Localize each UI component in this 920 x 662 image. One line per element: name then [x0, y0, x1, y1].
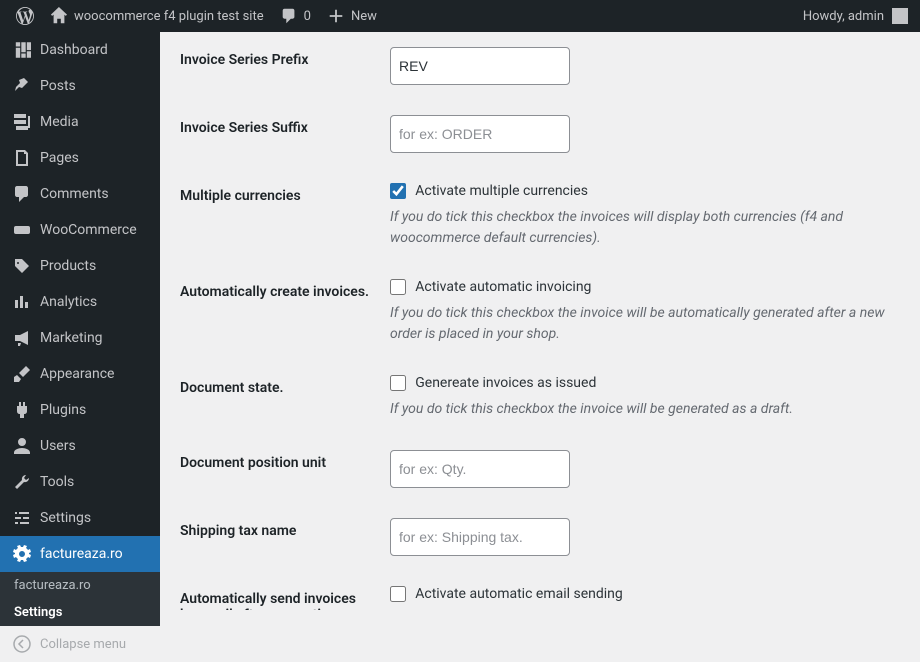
sidebar-item-label: WooCommerce	[40, 222, 137, 238]
sidebar-item-label: Marketing	[40, 330, 103, 346]
sidebar-item-label: Settings	[40, 510, 91, 526]
plug-icon	[12, 400, 32, 420]
label-suffix: Invoice Series Suffix	[180, 100, 380, 168]
input-shiptax[interactable]	[390, 518, 570, 556]
checkbox-multicurrency[interactable]	[390, 183, 406, 199]
home-icon	[50, 7, 68, 25]
collapse-label: Collapse menu	[40, 637, 126, 652]
gear-icon	[12, 544, 32, 564]
user-icon	[12, 436, 32, 456]
label-autoinvoice: Automatically create invoices.	[180, 264, 380, 360]
sidebar-item-comments[interactable]: Comments	[0, 176, 160, 212]
checkbox-autoinvoice[interactable]	[390, 279, 406, 295]
sidebar-item-users[interactable]: Users	[0, 428, 160, 464]
sidebar-item-label: Comments	[40, 186, 109, 202]
analytics-icon	[12, 292, 32, 312]
input-prefix[interactable]	[390, 47, 570, 85]
main-content: Invoice Series Prefix Invoice Series Suf…	[160, 32, 920, 610]
admin-sidebar: Dashboard Posts Media Pages Comments Woo…	[0, 32, 160, 610]
media-icon	[12, 112, 32, 132]
desc-docstate: If you do tick this checkbox the invoice…	[390, 399, 890, 420]
products-icon	[12, 256, 32, 276]
sidebar-item-products[interactable]: Products	[0, 248, 160, 284]
label-multicurrency: Multiple currencies	[180, 168, 380, 264]
new-item[interactable]: New	[319, 0, 385, 32]
submenu-item-settings[interactable]: Settings	[0, 599, 160, 626]
checkbox-autoemail[interactable]	[390, 586, 406, 602]
howdy-text[interactable]: Howdy, admin	[803, 9, 884, 24]
comments-count: 0	[304, 9, 311, 24]
admin-bar: woocommerce f4 plugin test site 0 New Ho…	[0, 0, 920, 32]
cb-label-autoemail: Activate automatic email sending	[415, 586, 623, 602]
collapse-icon	[12, 634, 32, 654]
sidebar-item-plugins[interactable]: Plugins	[0, 392, 160, 428]
brush-icon	[12, 364, 32, 384]
submenu-factureaza: factureaza.ro Settings	[0, 572, 160, 626]
sidebar-item-pages[interactable]: Pages	[0, 140, 160, 176]
sidebar-item-label: Plugins	[40, 402, 86, 418]
avatar[interactable]	[892, 8, 908, 24]
sidebar-item-label: factureaza.ro	[40, 546, 123, 562]
input-posunit[interactable]	[390, 450, 570, 488]
label-prefix: Invoice Series Prefix	[180, 32, 380, 100]
cb-label-autoinvoice: Activate automatic invoicing	[415, 279, 591, 295]
comment-icon	[280, 7, 298, 25]
sidebar-item-settings[interactable]: Settings	[0, 500, 160, 536]
label-autoemail: Automatically send invoices by email aft…	[180, 571, 380, 610]
comments-item[interactable]: 0	[272, 0, 319, 32]
wp-logo-item[interactable]	[8, 0, 42, 32]
sidebar-item-tools[interactable]: Tools	[0, 464, 160, 500]
desc-autoinvoice: If you do tick this checkbox the invoice…	[390, 303, 890, 345]
submenu-item-factureaza[interactable]: factureaza.ro	[0, 572, 160, 599]
sidebar-item-marketing[interactable]: Marketing	[0, 320, 160, 356]
sidebar-item-woocommerce[interactable]: WooCommerce	[0, 212, 160, 248]
cb-label-docstate: Genereate invoices as issued	[415, 375, 596, 391]
sidebar-item-appearance[interactable]: Appearance	[0, 356, 160, 392]
comments-icon	[12, 184, 32, 204]
page-icon	[12, 148, 32, 168]
plus-icon	[327, 7, 345, 25]
label-shiptax: Shipping tax name	[180, 503, 380, 571]
sidebar-item-label: Appearance	[40, 366, 114, 382]
input-suffix[interactable]	[390, 115, 570, 153]
sidebar-item-analytics[interactable]: Analytics	[0, 284, 160, 320]
wordpress-icon	[16, 7, 34, 25]
sidebar-item-label: Posts	[40, 78, 76, 94]
site-name-item[interactable]: woocommerce f4 plugin test site	[42, 0, 272, 32]
sidebar-item-label: Media	[40, 114, 79, 130]
site-title: woocommerce f4 plugin test site	[74, 9, 264, 24]
sidebar-item-label: Products	[40, 258, 96, 274]
sidebar-item-label: Dashboard	[40, 42, 108, 58]
sidebar-item-label: Tools	[40, 474, 74, 490]
sidebar-item-factureaza[interactable]: factureaza.ro	[0, 536, 160, 572]
desc-multicurrency: If you do tick this checkbox the invoice…	[390, 207, 890, 249]
pin-icon	[12, 76, 32, 96]
checkbox-docstate[interactable]	[390, 375, 406, 391]
woo-icon	[12, 220, 32, 240]
sidebar-item-label: Pages	[40, 150, 79, 166]
megaphone-icon	[12, 328, 32, 348]
settings-form: Invoice Series Prefix Invoice Series Suf…	[180, 32, 900, 610]
sidebar-item-label: Users	[40, 438, 76, 454]
label-docstate: Document state.	[180, 360, 380, 435]
label-posunit: Document position unit	[180, 435, 380, 503]
sidebar-item-dashboard[interactable]: Dashboard	[0, 32, 160, 68]
sidebar-item-label: Analytics	[40, 294, 97, 310]
collapse-menu[interactable]: Collapse menu	[0, 626, 160, 662]
new-label: New	[351, 9, 377, 24]
sidebar-item-posts[interactable]: Posts	[0, 68, 160, 104]
cb-label-multicurrency: Activate multiple currencies	[415, 183, 588, 199]
sliders-icon	[12, 508, 32, 528]
dashboard-icon	[12, 40, 32, 60]
sidebar-item-media[interactable]: Media	[0, 104, 160, 140]
wrench-icon	[12, 472, 32, 492]
